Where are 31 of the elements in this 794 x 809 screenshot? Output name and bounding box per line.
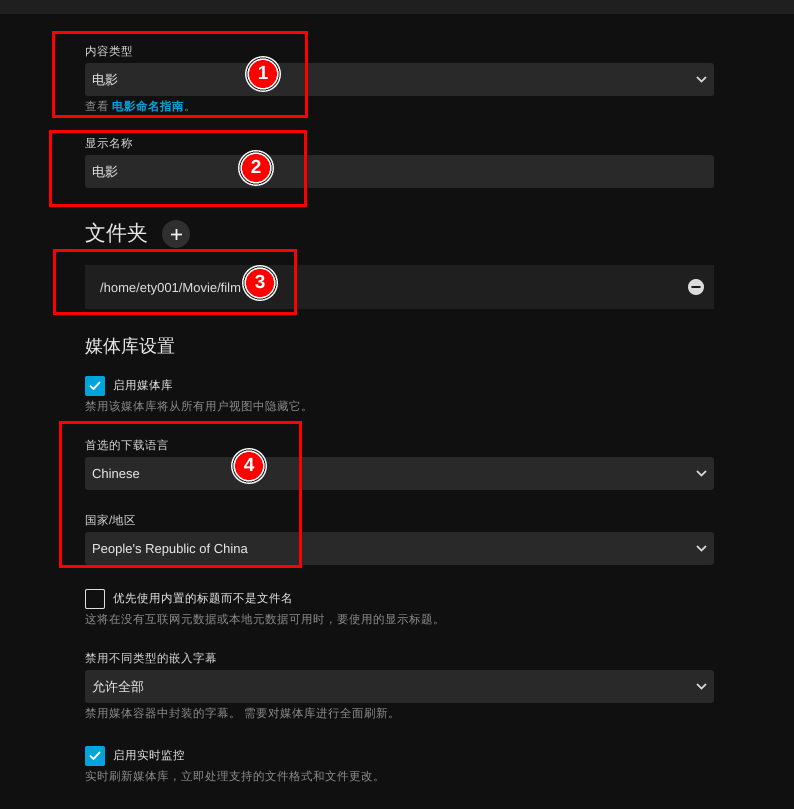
- checkbox-label: 启用媒体库: [113, 378, 173, 394]
- checkbox[interactable]: [85, 376, 105, 396]
- help-text: 这将在没有互联网元数据或本地元数据可用时，要使用的显示标题。: [85, 612, 446, 628]
- field-label: 首选的下载语言: [85, 438, 170, 454]
- chevron-down-icon: [696, 76, 707, 83]
- help-text: 实时刷新媒体库，立即处理支持的文件格式和文件更改。: [85, 769, 386, 785]
- section-heading: 媒体库设置: [85, 335, 176, 358]
- field-label: 国家/地区: [85, 513, 138, 529]
- checkbox[interactable]: [85, 746, 105, 766]
- dropdown[interactable]: People's Republic of China: [85, 532, 714, 565]
- naming-guide-link[interactable]: 电影命名指南: [112, 101, 184, 113]
- help-text: 禁用媒体容器中封装的字幕。 需要对媒体库进行全面刷新。: [85, 706, 402, 722]
- folder-path: /home/ety001/Movie/film: [100, 280, 241, 294]
- field-label: 禁用不同类型的嵌入字幕: [85, 651, 218, 667]
- chevron-down-icon: [696, 683, 707, 690]
- chevron-down-icon: [696, 545, 707, 552]
- number-marker: 4: [231, 448, 267, 484]
- help-text: 查看 电影命名指南。: [85, 99, 198, 115]
- plus-icon: [170, 228, 182, 240]
- help-text: 禁用该媒体库将从所有用户视图中隐藏它。: [85, 399, 314, 415]
- check-icon: [89, 381, 101, 390]
- field-label: 内容类型: [85, 44, 134, 60]
- minus-circle-icon[interactable]: [688, 279, 704, 295]
- checkbox-label: 启用实时监控: [113, 748, 185, 764]
- chevron-down-icon: [696, 470, 707, 477]
- add-folder-button[interactable]: [162, 220, 190, 248]
- section-heading: 文件夹: [85, 221, 148, 247]
- field-label: 显示名称: [85, 136, 134, 152]
- check-icon: [89, 751, 101, 760]
- dropdown[interactable]: 允许全部: [85, 670, 714, 703]
- checkbox-label: 优先使用内置的标题而不是文件名: [113, 592, 293, 606]
